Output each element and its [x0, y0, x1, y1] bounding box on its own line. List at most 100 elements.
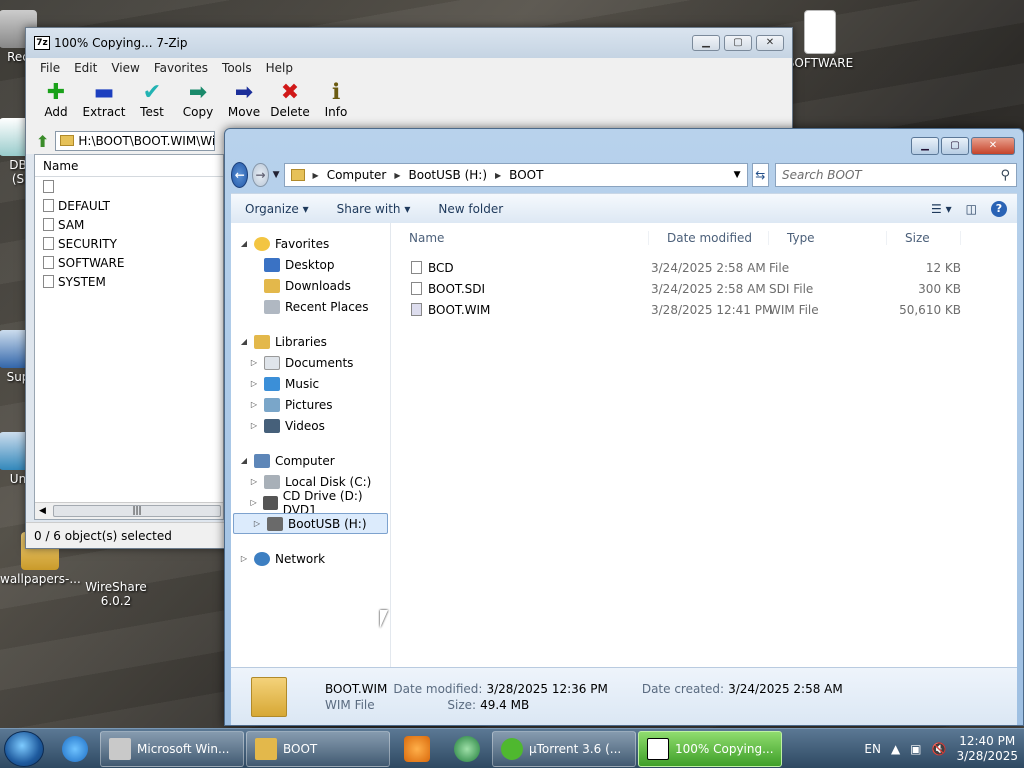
sevenzip-titlebar[interactable]: 7z 100% Copying... 7-Zip — [26, 28, 792, 58]
navigation-pane[interactable]: ◢ Favorites Desktop Downloads Recent Plac… — [231, 223, 391, 667]
start-button[interactable] — [4, 730, 44, 767]
address-dropdown-icon[interactable]: ▼ — [734, 170, 741, 180]
add-button[interactable]: ✚ Add — [36, 81, 76, 120]
language-indicator[interactable]: EN — [864, 742, 881, 756]
help-icon[interactable]: ? — [991, 200, 1007, 217]
copy-button[interactable]: ➡ Copy — [178, 81, 218, 120]
scroll-thumb[interactable]: ||| — [53, 505, 221, 517]
file-list[interactable]: Name Date modified Type Size BCD 3/24/20… — [391, 223, 1017, 667]
expand-icon[interactable]: ▷ — [239, 554, 249, 563]
breadcrumb[interactable]: ▶ Computer ▶ BootUSB (H:) ▶ BOOT ▼ — [283, 163, 748, 187]
desktop-icon-wireshare[interactable]: WireShare 6.0.2 — [76, 542, 156, 608]
table-row[interactable]: BOOT.WIM 3/28/2025 12:41 PM WIM File 50,… — [391, 299, 1017, 320]
up-folder-icon[interactable]: ⬆ — [36, 132, 49, 151]
explorer-window[interactable]: ▁ ▢ ✕ ← → ▼ ▶ Computer ▶ BootUSB (H:) ▶ … — [224, 128, 1024, 726]
collapse-icon[interactable]: ◢ — [239, 239, 249, 248]
expand-icon[interactable]: ▷ — [249, 358, 259, 367]
minimize-button[interactable]: ▁ — [692, 35, 720, 51]
list-item[interactable]: SYSTEM — [35, 272, 223, 291]
taskbar-pin-browser[interactable] — [442, 731, 492, 767]
table-row[interactable]: BOOT.SDI 3/24/2025 2:58 AM SDI File 300 … — [391, 278, 1017, 299]
menu-file[interactable]: File — [40, 61, 60, 75]
search-input[interactable]: Search BOOT ⚲ — [775, 163, 1017, 187]
nav-item-pictures[interactable]: ▷ Pictures — [231, 394, 390, 415]
list-item[interactable]: DEFAULT — [35, 196, 223, 215]
nav-item-downloads[interactable]: Downloads — [231, 275, 390, 296]
menu-view[interactable]: View — [111, 61, 139, 75]
menu-favorites[interactable]: Favorites — [154, 61, 208, 75]
new-folder-button[interactable]: New folder — [424, 202, 517, 216]
taskbar-button-explorer[interactable]: BOOT — [246, 730, 390, 767]
nav-item-recent-places[interactable]: Recent Places — [231, 296, 390, 317]
breadcrumb-item[interactable]: BootUSB (H:) — [409, 168, 488, 182]
sevenzip-file-list[interactable]: Name DEFAULT SAM SECURITY SOFTWARE SYSTE… — [34, 154, 224, 520]
preview-pane-icon[interactable]: ◫ — [966, 202, 977, 216]
volume-muted-icon[interactable]: 🔇 — [932, 742, 947, 756]
view-options-icon[interactable]: ☰ ▾ — [931, 202, 952, 216]
menu-help[interactable]: Help — [266, 61, 293, 75]
nav-item-documents[interactable]: ▷ Documents — [231, 352, 390, 373]
column-header-date-modified[interactable]: Date modified — [649, 231, 769, 245]
taskbar-pin-media-player[interactable] — [392, 731, 442, 767]
expand-icon[interactable]: ▷ — [249, 477, 259, 486]
sevenzip-path-field[interactable]: H:\BOOT\BOOT.WIM\Wi — [55, 131, 216, 151]
column-header-name[interactable]: Name — [35, 155, 223, 177]
clock[interactable]: 12:40 PM 3/28/2025 — [956, 734, 1018, 764]
move-button[interactable]: ➡ Move — [224, 81, 264, 120]
column-header-name[interactable]: Name — [391, 231, 649, 245]
nav-libraries[interactable]: ◢ Libraries — [231, 331, 390, 352]
info-button[interactable]: ℹ Info — [316, 81, 356, 120]
nav-favorites[interactable]: ◢ Favorites — [231, 233, 390, 254]
collapse-icon[interactable]: ◢ — [239, 337, 249, 346]
expand-icon[interactable]: ▷ — [249, 379, 259, 388]
extract-button[interactable]: ▬ Extract — [82, 81, 126, 120]
close-button[interactable]: ✕ — [971, 137, 1015, 155]
column-header-type[interactable]: Type — [769, 231, 887, 245]
taskbar-button-7zip[interactable]: 100% Copying... — [638, 730, 782, 767]
collapse-icon[interactable]: ◢ — [239, 456, 249, 465]
network-status-icon[interactable]: ▣ — [910, 742, 921, 756]
expand-icon[interactable]: ▷ — [249, 400, 259, 409]
expand-icon[interactable]: ▷ — [252, 519, 262, 528]
delete-button[interactable]: ✖ Delete — [270, 81, 310, 120]
breadcrumb-separator-icon[interactable]: ▶ — [495, 171, 501, 180]
breadcrumb-separator-icon[interactable]: ▶ — [394, 171, 400, 180]
taskbar-button-windows[interactable]: Microsoft Win... — [100, 730, 244, 767]
maximize-button[interactable]: ▢ — [724, 35, 752, 51]
share-with-button[interactable]: Share with ▾ — [323, 202, 425, 216]
taskbar-pin-ie[interactable] — [50, 731, 100, 767]
forward-button[interactable]: → — [252, 163, 269, 187]
scroll-left-icon[interactable]: ◀ — [39, 506, 46, 516]
taskbar-button-utorrent[interactable]: µTorrent 3.6 (... — [492, 730, 636, 767]
organize-button[interactable]: Organize ▾ — [231, 202, 323, 216]
nav-network[interactable]: ▷ Network — [231, 548, 390, 569]
expand-icon[interactable]: ▷ — [249, 421, 259, 430]
back-button[interactable]: ← — [231, 162, 249, 188]
nav-item-videos[interactable]: ▷ Videos — [231, 415, 390, 436]
menu-tools[interactable]: Tools — [222, 61, 252, 75]
show-hidden-icons-icon[interactable]: ▲ — [891, 742, 900, 756]
nav-item-bootusb[interactable]: ▷ BootUSB (H:) — [233, 513, 388, 534]
nav-item-desktop[interactable]: Desktop — [231, 254, 390, 275]
maximize-button[interactable]: ▢ — [941, 137, 969, 155]
column-header-size[interactable]: Size — [887, 231, 961, 245]
table-row[interactable]: BCD 3/24/2025 2:58 AM File 12 KB — [391, 257, 1017, 278]
nav-computer[interactable]: ◢ Computer — [231, 450, 390, 471]
breadcrumb-item[interactable]: BOOT — [509, 168, 543, 182]
close-button[interactable]: ✕ — [756, 35, 784, 51]
nav-item-cd-drive[interactable]: ▷ CD Drive (D:) DVD1 — [231, 489, 390, 517]
minimize-button[interactable]: ▁ — [911, 137, 939, 155]
nav-item-music[interactable]: ▷ Music — [231, 373, 390, 394]
horizontal-scrollbar[interactable]: ◀ ||| — [35, 502, 223, 519]
refresh-button[interactable]: ⇆ — [751, 163, 769, 187]
list-item[interactable]: SOFTWARE — [35, 253, 223, 272]
list-item[interactable]: SAM — [35, 215, 223, 234]
recent-pages-dropdown[interactable]: ▼ — [273, 170, 280, 180]
breadcrumb-separator-icon[interactable]: ▶ — [313, 171, 319, 180]
test-button[interactable]: ✔ Test — [132, 81, 172, 120]
expand-icon[interactable]: ▷ — [249, 498, 258, 507]
menu-edit[interactable]: Edit — [74, 61, 97, 75]
breadcrumb-item[interactable]: Computer — [327, 168, 387, 182]
list-item[interactable] — [35, 177, 223, 196]
list-item[interactable]: SECURITY — [35, 234, 223, 253]
